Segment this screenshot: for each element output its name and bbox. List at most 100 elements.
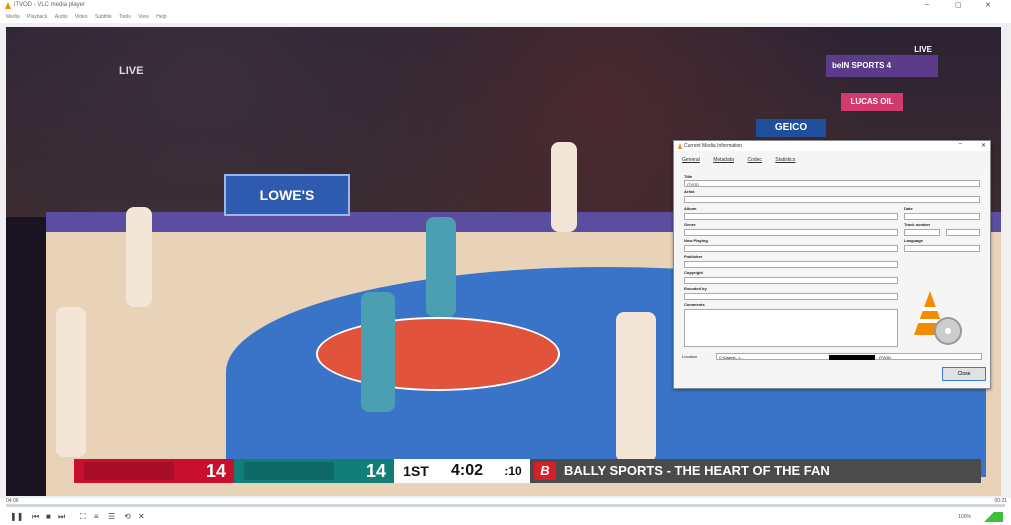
quarter-label: 1ST bbox=[403, 463, 429, 479]
live-tag-left: LIVE bbox=[119, 65, 144, 77]
close-button[interactable]: ✕ bbox=[985, 1, 991, 9]
loop-icon[interactable]: ⟲ bbox=[124, 512, 131, 521]
comments-field[interactable] bbox=[684, 309, 898, 347]
publisher-label: Publisher bbox=[684, 254, 703, 259]
track-total-field[interactable] bbox=[946, 229, 980, 236]
location-label: Location bbox=[682, 354, 698, 359]
location-redaction bbox=[829, 355, 875, 360]
player bbox=[616, 312, 656, 462]
hornets-logo-icon bbox=[244, 462, 334, 480]
genre-label: Genre bbox=[684, 222, 696, 227]
dialog-title: Current Media Information bbox=[684, 143, 743, 149]
genre-field[interactable] bbox=[684, 229, 898, 236]
seek-bar[interactable] bbox=[6, 504, 1005, 507]
player bbox=[551, 142, 577, 232]
player bbox=[56, 307, 86, 457]
dialog-tabs: General Metadata Codec Statistics bbox=[682, 157, 807, 163]
language-label: Language bbox=[904, 238, 923, 243]
publisher-field[interactable] bbox=[684, 261, 898, 268]
home-score: 14 bbox=[205, 461, 226, 481]
game-clock: 4:02 bbox=[450, 462, 484, 479]
lowes-ad: LOWE'S bbox=[224, 174, 350, 216]
pause-icon[interactable]: ❚❚ bbox=[10, 512, 23, 521]
tab-codec[interactable]: Codec bbox=[747, 157, 761, 163]
menu-media[interactable]: Media bbox=[6, 14, 20, 20]
extended-settings-icon[interactable]: ≡ bbox=[94, 512, 99, 521]
dialog-close-icon[interactable]: ✕ bbox=[981, 142, 986, 149]
menu-subtitle[interactable]: Subtitle bbox=[95, 14, 112, 20]
title-field[interactable]: iTVOD bbox=[684, 180, 980, 187]
artist-field[interactable] bbox=[684, 196, 980, 203]
menu-audio[interactable]: Audio bbox=[55, 14, 68, 20]
playlist-icon[interactable]: ☰ bbox=[108, 512, 115, 521]
vlc-cone-icon bbox=[5, 2, 11, 9]
prev-icon[interactable]: ⏮ bbox=[32, 512, 39, 522]
away-team-panel: 14 bbox=[234, 459, 394, 483]
now-playing-field[interactable] bbox=[684, 245, 898, 252]
maximize-button[interactable]: ▢ bbox=[955, 1, 962, 9]
bally-logo-icon: B bbox=[534, 462, 556, 480]
encoded-by-field[interactable] bbox=[684, 293, 898, 300]
location-filename: iTVOD bbox=[879, 355, 891, 360]
album-field[interactable] bbox=[684, 213, 898, 220]
comments-label: Comments bbox=[684, 302, 705, 307]
dialog-minimize-button[interactable]: – bbox=[959, 141, 962, 147]
stop-icon[interactable]: ■ bbox=[46, 512, 51, 521]
language-field[interactable] bbox=[904, 245, 980, 252]
hawks-logo-icon bbox=[84, 462, 174, 480]
menu-bar: Media Playback Audio Video Subtitle Tool… bbox=[0, 12, 1011, 23]
media-information-dialog: Current Media Information – ✕ General Me… bbox=[673, 140, 991, 389]
album-label: Album bbox=[684, 206, 697, 211]
minimize-button[interactable]: – bbox=[925, 1, 929, 8]
player-controls: 04:06 00:21 ❚❚ ⏮ ■ ⏭ ⛶ ≡ ☰ ⟲ ✕ 100% bbox=[0, 498, 1011, 525]
title-label: Title bbox=[684, 174, 693, 179]
track-number-label: Track number bbox=[904, 222, 931, 227]
player bbox=[426, 217, 456, 317]
encoded-by-label: Encoded by bbox=[684, 286, 707, 291]
tab-statistics[interactable]: Statistics bbox=[775, 157, 795, 163]
dialog-titlebar: Current Media Information – ✕ bbox=[674, 141, 990, 151]
close-dialog-button[interactable]: Close bbox=[942, 367, 986, 381]
geico-ad: GEICO bbox=[756, 119, 826, 137]
volume-slider[interactable] bbox=[975, 512, 1003, 522]
bein-text: beIN SPORTS 4 bbox=[832, 61, 892, 70]
menu-view[interactable]: View bbox=[138, 14, 149, 20]
player bbox=[361, 292, 395, 412]
window-titlebar: iTVOD - VLC media player – ▢ ✕ bbox=[0, 0, 1011, 12]
vlc-cone-icon bbox=[678, 143, 682, 149]
bein-sports-logo: LIVE beIN SPORTS 4 bbox=[826, 45, 938, 77]
copyright-label: Copyright bbox=[684, 270, 703, 275]
tab-metadata[interactable]: Metadata bbox=[713, 157, 734, 163]
bein-live-tag: LIVE bbox=[914, 45, 932, 54]
away-score: 14 bbox=[365, 461, 386, 481]
ticker-text: BALLY SPORTS - THE HEART OF THE FAN bbox=[564, 463, 830, 478]
lucas-oil-ad: LUCAS OIL bbox=[841, 93, 903, 111]
track-number-field[interactable] bbox=[904, 229, 940, 236]
random-icon[interactable]: ✕ bbox=[138, 512, 145, 521]
location-path: C:\Users\...\... bbox=[719, 355, 744, 360]
home-team-panel: 14 bbox=[74, 459, 234, 483]
court-center-circle bbox=[316, 317, 560, 391]
scoreboard: 14 14 1ST 4:02 :10 B BALLY SPORTS - THE … bbox=[74, 459, 981, 483]
date-field[interactable] bbox=[904, 213, 980, 220]
menu-video[interactable]: Video bbox=[75, 14, 88, 20]
menu-playback[interactable]: Playback bbox=[27, 14, 47, 20]
disc-icon bbox=[934, 317, 962, 345]
menu-help[interactable]: Help bbox=[156, 14, 166, 20]
location-field[interactable]: C:\Users\...\... iTVOD bbox=[716, 353, 982, 360]
window-title: iTVOD - VLC media player bbox=[14, 2, 86, 8]
menu-tools[interactable]: Tools bbox=[119, 14, 131, 20]
copyright-field[interactable] bbox=[684, 277, 898, 284]
bally-ticker: B BALLY SPORTS - THE HEART OF THE FAN bbox=[530, 459, 981, 483]
vlc-artwork-icon bbox=[904, 291, 964, 351]
date-label: Date bbox=[904, 206, 913, 211]
artist-label: Artist bbox=[684, 189, 695, 194]
vlc-stripe bbox=[922, 307, 938, 311]
next-icon[interactable]: ⏭ bbox=[58, 512, 65, 522]
volume-label: 100% bbox=[958, 514, 971, 520]
shot-clock: :10 bbox=[504, 464, 522, 478]
fullscreen-icon[interactable]: ⛶ bbox=[80, 512, 86, 522]
now-playing-label: Now Playing bbox=[684, 238, 708, 243]
tab-general[interactable]: General bbox=[682, 157, 700, 163]
player bbox=[126, 207, 152, 307]
